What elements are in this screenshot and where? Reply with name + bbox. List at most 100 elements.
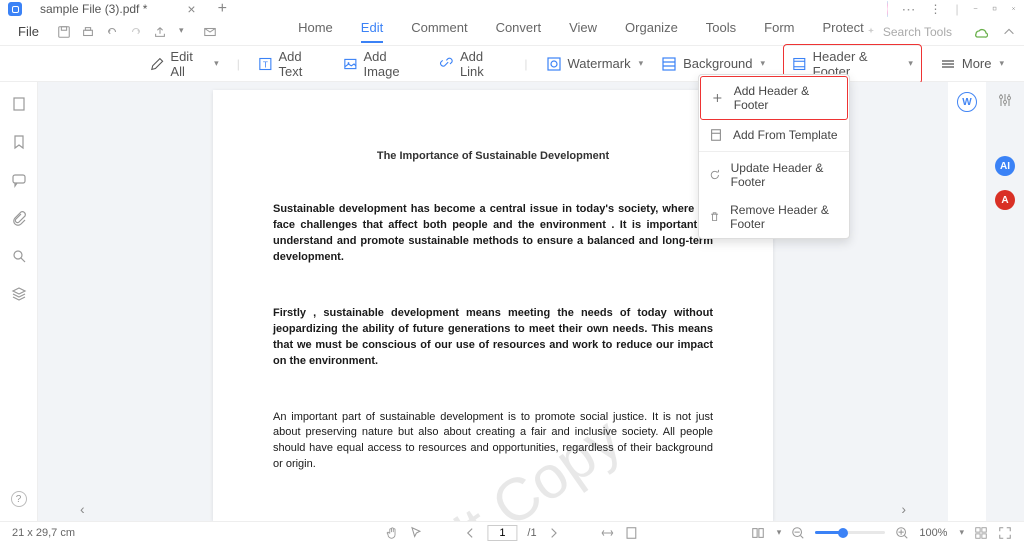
add-link-button[interactable]: Add Link [439,49,506,79]
refresh-icon [709,168,721,182]
comments-icon[interactable] [11,172,27,188]
ai-orb-icon[interactable] [887,1,888,17]
add-header-footer-item[interactable]: Add Header & Footer [700,76,848,120]
menu-organize[interactable]: Organize [625,20,678,43]
page-total: /1 [527,527,536,539]
close-tab-icon[interactable]: × [187,1,195,17]
page-input[interactable] [487,525,517,541]
header-footer-icon [792,56,807,72]
more-tools-icon [940,56,956,72]
paragraph-2: Firstly , sustainable development means … [273,306,713,370]
redo-icon[interactable] [129,25,143,39]
menu-edit[interactable]: Edit [361,20,383,43]
help-icon[interactable]: ? [11,491,27,507]
menu-dots-icon[interactable]: ⋮ [930,2,942,16]
attachments-icon[interactable] [11,210,27,226]
fit-page-icon[interactable] [625,526,639,540]
file-tab[interactable]: sample File (3).pdf * × [30,0,206,19]
background-button[interactable]: Background▾ [661,56,765,72]
zoom-slider[interactable] [815,531,885,534]
scroll-left-icon[interactable]: ‹ [80,501,85,517]
zoom-in-icon[interactable] [895,526,909,540]
next-page-icon[interactable] [547,526,561,540]
thumbnails-icon[interactable] [11,96,27,112]
word-badge-icon[interactable]: W [957,92,977,112]
share-icon[interactable] [153,25,167,39]
layers-icon[interactable] [11,286,27,302]
print-icon[interactable] [81,25,95,39]
close-icon[interactable] [1011,6,1016,11]
more-icon[interactable]: ⋯ [902,1,916,18]
edit-all-button[interactable]: Edit All▾ [150,49,219,79]
reading-mode-icon[interactable] [974,526,988,540]
trash-icon [709,210,720,224]
add-tab-icon[interactable]: + [218,0,227,18]
select-tool-icon[interactable] [409,526,423,540]
pencil-icon [150,56,164,72]
menu-protect[interactable]: Protect [823,20,864,43]
template-icon [709,128,723,142]
zoom-value: 100% [919,527,947,539]
text-icon: T [258,56,273,72]
minimize-icon[interactable] [973,6,978,11]
edit-toolbar: Edit All▾ | T Add Text Add Image Add Lin… [0,46,1024,82]
titlebar: sample File (3).pdf * × + ⋯ ⋮ | [0,0,1024,18]
scroll-right-icon[interactable]: › [901,501,906,517]
menu-tools[interactable]: Tools [706,20,736,43]
hand-tool-icon[interactable] [385,526,399,540]
menu-convert[interactable]: Convert [496,20,542,43]
page-dimensions: 21 x 29,7 cm [12,527,75,539]
add-text-button[interactable]: T Add Text [258,49,325,79]
fit-width-icon[interactable] [601,526,615,540]
assistant-badge-icon[interactable]: A [995,190,1015,210]
svg-text:T: T [263,60,268,69]
collapse-icon[interactable] [1002,25,1016,39]
search-panel-icon[interactable] [11,248,27,264]
update-header-footer-item[interactable]: Update Header & Footer [699,154,849,196]
right-panel: W [948,82,986,521]
prev-page-icon[interactable] [463,526,477,540]
zoom-out-icon[interactable] [791,526,805,540]
remove-header-footer-item[interactable]: Remove Header & Footer [699,196,849,238]
paragraph-1: Sustainable development has become a cen… [273,202,713,266]
maximize-icon[interactable] [992,6,997,11]
search-tools[interactable]: Search Tools [865,25,952,39]
plus-icon [711,91,724,105]
save-icon[interactable] [57,25,71,39]
document-page: The Importance of Sustainable Developmen… [213,90,773,521]
menu-view[interactable]: View [569,20,597,43]
search-placeholder: Search Tools [883,25,952,39]
fullscreen-icon[interactable] [998,526,1012,540]
cloud-icon[interactable] [972,24,988,40]
file-menu[interactable]: File [8,24,49,39]
menubar: File ▾ Home Edit Comment Convert View Or… [0,18,1024,46]
tab-title: sample File (3).pdf * [40,2,147,16]
app-icon [8,2,22,16]
workspace: ? The Importance of Sustainable Developm… [0,82,1024,521]
ai-badge-icon[interactable]: AI [995,156,1015,176]
link-icon [439,56,454,72]
watermark-button[interactable]: Watermark▾ [546,56,644,72]
bookmarks-icon[interactable] [11,134,27,150]
add-from-template-item[interactable]: Add From Template [699,121,849,149]
statusbar: 21 x 29,7 cm /1 ▾ 100% ▾ [0,521,1024,543]
mail-icon[interactable] [203,25,217,39]
more-button[interactable]: More▾ [940,56,1004,72]
view-mode-icon[interactable] [751,526,765,540]
sparkle-icon [865,26,877,38]
left-rail: ? [0,82,38,521]
menu-form[interactable]: Form [764,20,794,43]
image-icon [343,56,358,72]
menu-home[interactable]: Home [298,20,333,43]
paragraph-3: An important part of sustainable develop… [273,410,713,474]
right-floating-icons: AI A [986,82,1024,521]
header-footer-dropdown: Add Header & Footer Add From Template Up… [698,74,850,239]
main-menu: Home Edit Comment Convert View Organize … [218,20,864,43]
settings-icon[interactable] [997,92,1013,108]
background-icon [661,56,677,72]
doc-title: The Importance of Sustainable Developmen… [273,150,713,162]
watermark-icon [546,56,562,72]
undo-icon[interactable] [105,25,119,39]
menu-comment[interactable]: Comment [411,20,467,43]
add-image-button[interactable]: Add Image [343,49,422,79]
